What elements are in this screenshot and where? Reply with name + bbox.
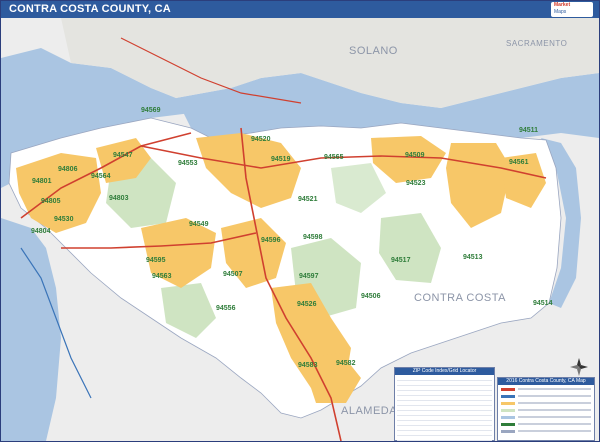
legend-row [501, 393, 591, 399]
zip-94547: 94547 [113, 152, 133, 159]
label-contra-costa: CONTRA COSTA [414, 292, 506, 304]
zip-94597: 94597 [299, 273, 319, 280]
legend-row [501, 400, 591, 406]
zip-94513: 94513 [463, 254, 483, 261]
logo-line-2: Maps [554, 9, 567, 15]
zip-94801: 94801 [32, 178, 52, 185]
zip-94556: 94556 [216, 305, 236, 312]
zip-94565: 94565 [324, 154, 344, 161]
zip-94805: 94805 [41, 198, 61, 205]
logo-line-1: Market [554, 2, 571, 8]
legend-panel: 2016 Contra Costa County, CA Map [497, 377, 595, 441]
zip-94806: 94806 [58, 166, 78, 173]
index-row [397, 436, 492, 441]
zip-94595: 94595 [146, 257, 166, 264]
legend-row [501, 407, 591, 413]
zip-94549: 94549 [189, 221, 209, 228]
zip-94526: 94526 [297, 301, 317, 308]
zip-94569: 94569 [141, 107, 161, 114]
zip-94596: 94596 [261, 237, 281, 244]
label-sacramento: SACRAMENTO [506, 39, 567, 48]
zip-94561: 94561 [509, 159, 529, 166]
zip-94598: 94598 [303, 234, 323, 241]
zip-94804: 94804 [31, 228, 51, 235]
zip-94507: 94507 [223, 271, 243, 278]
zip-94553: 94553 [178, 160, 198, 167]
zip-94506: 94506 [361, 293, 381, 300]
zip-94509: 94509 [405, 152, 425, 159]
zip-index-panel: ZIP Code Index/Grid Locator [394, 367, 495, 441]
zip-index-table [395, 375, 494, 441]
label-alameda: ALAMEDA [341, 405, 397, 417]
legend-row [501, 421, 591, 427]
zip-94563: 94563 [152, 273, 172, 280]
zip-94582: 94582 [336, 360, 356, 367]
zip-94803: 94803 [109, 195, 129, 202]
legend-row [501, 428, 591, 434]
zip-94514: 94514 [533, 300, 553, 307]
zip-94511: 94511 [519, 127, 538, 134]
zip-94519: 94519 [271, 156, 291, 163]
zip-94520: 94520 [251, 136, 271, 143]
publisher-logo: Market Maps [551, 2, 593, 17]
zip-94583: 94583 [298, 362, 318, 369]
map-title: CONTRA COSTA COUNTY, CA [9, 3, 171, 15]
zip-94517: 94517 [391, 257, 411, 264]
zip-94564: 94564 [91, 173, 111, 180]
legend-row [501, 414, 591, 420]
zip-94521: 94521 [298, 196, 318, 203]
zip-index-title: ZIP Code Index/Grid Locator [395, 368, 494, 375]
zip-94530: 94530 [54, 216, 74, 223]
legend-row [501, 386, 591, 392]
legend-title: 2016 Contra Costa County, CA Map [498, 378, 594, 385]
zip-94523: 94523 [406, 180, 426, 187]
title-bar: CONTRA COSTA COUNTY, CA Market Maps [1, 1, 599, 18]
label-solano: SOLANO [349, 45, 398, 57]
